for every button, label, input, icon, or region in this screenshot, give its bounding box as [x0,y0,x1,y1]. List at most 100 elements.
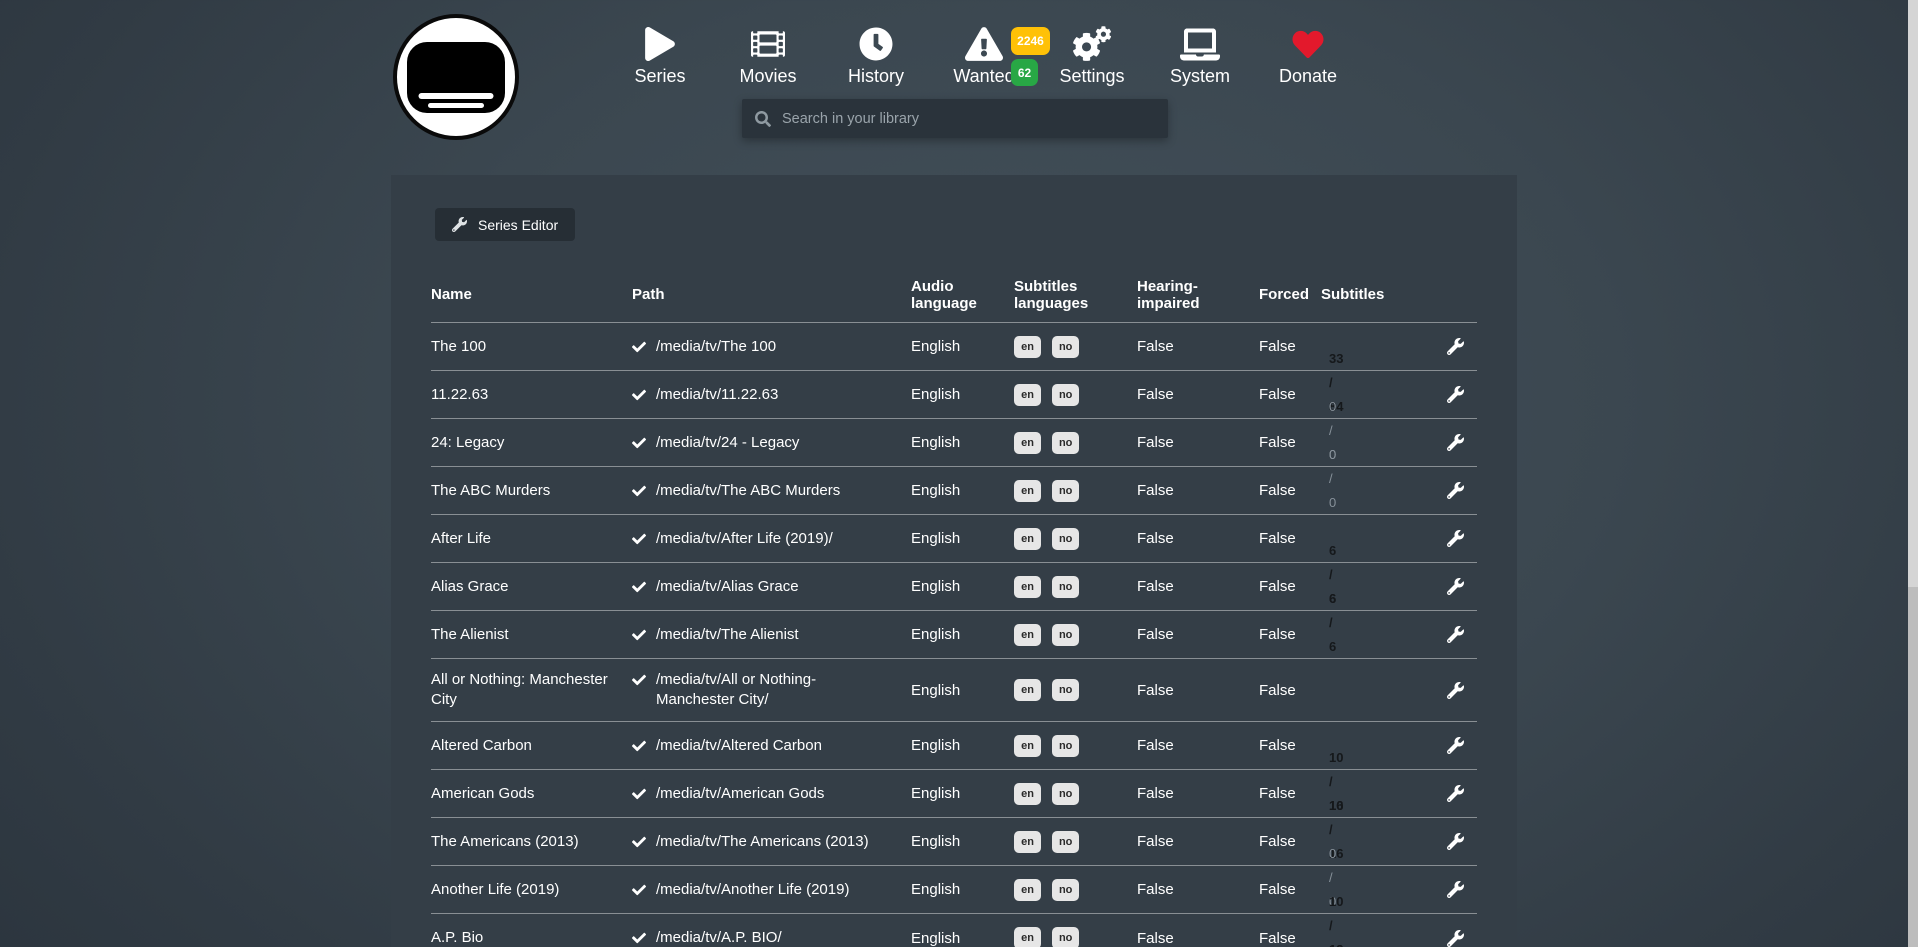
edit-series-button[interactable] [1445,432,1466,453]
edit-series-button[interactable] [1445,783,1466,804]
audio-language: English [911,930,1014,947]
table-row: A.P. Bio /media/tv/A.P. BIO/ English en … [431,914,1477,947]
edit-series-button[interactable] [1445,336,1466,357]
nav-item-settings[interactable]: Settings [1038,24,1146,87]
edit-series-button[interactable] [1445,624,1466,645]
language-badge: en [1014,879,1041,901]
wrench-icon [1447,682,1464,699]
series-name: After Life [431,529,632,549]
hearing-impaired-value: False [1137,386,1259,403]
language-badge: en [1014,528,1041,550]
hearing-impaired-value: False [1137,434,1259,451]
nav-item-movies[interactable]: Movies [714,24,822,87]
forced-value: False [1259,338,1321,355]
nav-label: Movies [739,66,796,87]
film-icon [751,24,785,64]
column-header-subtitles: Subtitles [1321,286,1433,303]
series-name: Another Life (2019) [431,880,632,900]
audio-language: English [911,386,1014,403]
series-path: /media/tv/24 - Legacy [656,433,799,453]
language-badge: no [1052,576,1079,598]
scrollbar-thumb[interactable] [1908,0,1918,587]
edit-series-button[interactable] [1445,528,1466,549]
edit-series-button[interactable] [1445,680,1466,701]
subtitles-languages-cell: en no [1014,432,1137,454]
table-row: Another Life (2019) /media/tv/Another Li… [431,866,1477,914]
nav-item-wanted[interactable]: Wanted 2246 62 [930,24,1038,87]
subtitles-languages-cell: en no [1014,783,1137,805]
language-badge: en [1014,384,1041,406]
wrench-icon [1447,530,1464,547]
series-name: The ABC Murders [431,481,632,501]
column-header-forced: Forced [1259,286,1321,303]
language-badge: no [1052,831,1079,853]
check-icon [632,787,646,801]
heart-icon [1291,24,1325,64]
edit-series-button[interactable] [1445,384,1466,405]
hearing-impaired-value: False [1137,338,1259,355]
edit-series-button[interactable] [1445,928,1466,947]
series-path: /media/tv/American Gods [656,784,824,804]
nav-label: Wanted [953,66,1014,87]
nav-item-series[interactable]: Series [606,24,714,87]
hearing-impaired-value: False [1137,578,1259,595]
language-badge: no [1052,624,1079,646]
series-name: Alias Grace [431,577,632,597]
check-icon [632,388,646,402]
nav-item-history[interactable]: History [822,24,930,87]
edit-series-button[interactable] [1445,480,1466,501]
hearing-impaired-value: False [1137,482,1259,499]
hearing-impaired-value: False [1137,930,1259,947]
table-row: All or Nothing: Manchester City /media/t… [431,659,1477,722]
nav-label: Series [634,66,685,87]
series-name: American Gods [431,784,632,804]
series-path-cell: /media/tv/A.P. BIO/ [632,928,911,947]
edit-series-button[interactable] [1445,831,1466,852]
series-editor-button[interactable]: Series Editor [435,208,575,241]
table-row: The 100 /media/tv/The 100 English en no … [431,323,1477,371]
language-badge: en [1014,336,1041,358]
app-logo[interactable] [393,14,519,140]
edit-series-button[interactable] [1445,576,1466,597]
column-header-name: Name [431,286,632,303]
series-path: /media/tv/Alias Grace [656,577,799,597]
hearing-impaired-value: False [1137,682,1259,699]
audio-language: English [911,338,1014,355]
forced-value: False [1259,482,1321,499]
edit-series-button[interactable] [1445,879,1466,900]
audio-language: English [911,434,1014,451]
gears-icon [1072,24,1112,64]
hearing-impaired-value: False [1137,881,1259,898]
nav-item-system[interactable]: System [1146,24,1254,87]
table-row: 11.22.63 /media/tv/11.22.63 English en n… [431,371,1477,419]
series-path: /media/tv/The 100 [656,337,776,357]
column-header-audio-language: Audio language [911,278,1014,312]
nav-label: Settings [1059,66,1124,87]
language-badge: no [1052,432,1079,454]
search-input[interactable] [782,111,1155,127]
edit-series-button[interactable] [1445,735,1466,756]
subtitles-languages-cell: en no [1014,624,1137,646]
language-badge: en [1014,783,1041,805]
column-header-path: Path [632,286,911,303]
forced-value: False [1259,881,1321,898]
nav-label: System [1170,66,1230,87]
wrench-icon [1447,434,1464,451]
check-icon [632,628,646,642]
check-icon [632,484,646,498]
scrollbar-track[interactable] [1908,0,1918,947]
wrench-icon [1447,881,1464,898]
nav-item-donate[interactable]: Donate [1254,24,1362,87]
language-badge: no [1052,528,1079,550]
series-name: The 100 [431,337,632,357]
logo-subtitle-line [419,93,494,99]
series-path: /media/tv/The ABC Murders [656,481,840,501]
language-badge: no [1052,336,1079,358]
audio-language: English [911,881,1014,898]
forced-value: False [1259,682,1321,699]
wanted-series-badge: 2246 [1011,27,1050,55]
series-path: /media/tv/The Americans (2013) [656,832,869,852]
warning-triangle-icon [965,24,1003,64]
wrench-icon [1447,482,1464,499]
series-path-cell: /media/tv/The Americans (2013) [632,832,911,852]
